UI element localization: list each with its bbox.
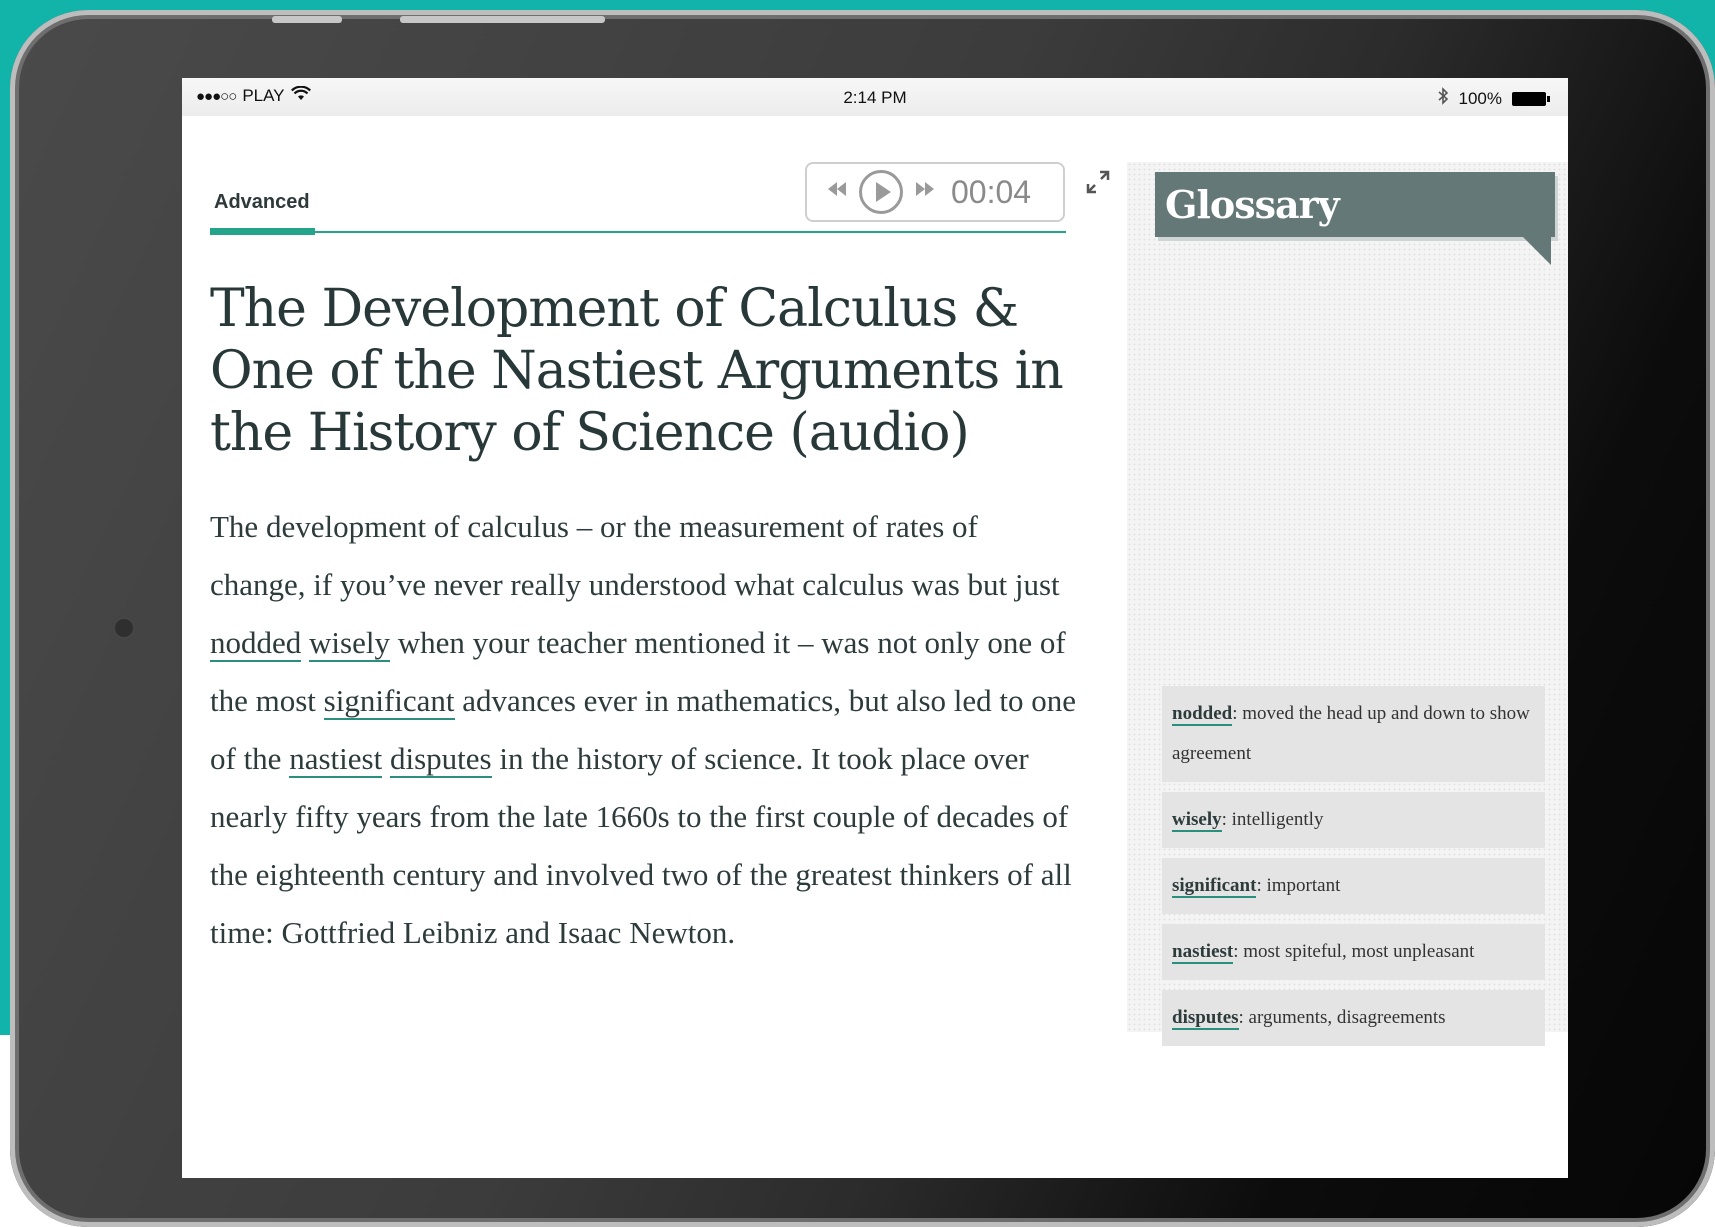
glossary-title: Glossary xyxy=(1155,172,1555,237)
glossary-definition: : intelligently xyxy=(1221,809,1324,830)
battery-percent: 100% xyxy=(1458,88,1502,108)
body-text-segment: The development of calculus – or the mea… xyxy=(210,509,1060,602)
glossary-item: wisely: intelligently xyxy=(1162,792,1545,848)
article-body: The development of calculus – or the mea… xyxy=(210,498,1080,962)
article-title: The Development of Calculus & One of the… xyxy=(210,279,1064,463)
player-time: 00:04 xyxy=(951,173,1032,210)
glossary-item: nodded: moved the head up and down to sh… xyxy=(1162,686,1545,782)
glossary-word-disputes[interactable]: disputes xyxy=(389,741,492,778)
play-icon[interactable] xyxy=(859,170,903,214)
glossary-word-wisely[interactable]: wisely xyxy=(309,625,390,662)
battery-icon xyxy=(1512,91,1550,106)
volume-button xyxy=(272,16,342,23)
tablet-frame: ●●●○○ PLAY 2:14 PM 100% Advanced 00:04 T… xyxy=(10,10,1715,1227)
glossary-list: nodded: moved the head up and down to sh… xyxy=(1162,686,1545,1056)
status-right: 100% xyxy=(1437,87,1550,110)
rewind-icon[interactable] xyxy=(825,179,849,205)
glossary-definition: : most spiteful, most unpleasant xyxy=(1233,941,1475,962)
audio-player: 00:04 xyxy=(805,162,1065,222)
screen: ●●●○○ PLAY 2:14 PM 100% Advanced 00:04 T… xyxy=(182,78,1568,1178)
tab-rule xyxy=(210,231,1066,233)
body-text-segment xyxy=(382,741,390,776)
status-time: 2:14 PM xyxy=(843,88,907,107)
glossary-item: significant: important xyxy=(1162,858,1545,914)
glossary-term[interactable]: significant xyxy=(1172,875,1257,898)
glossary-term[interactable]: disputes xyxy=(1172,1007,1239,1030)
glossary-title-tail xyxy=(1523,237,1551,265)
camera xyxy=(112,616,136,640)
tab-active-indicator xyxy=(210,228,315,235)
glossary-word-nastiest[interactable]: nastiest xyxy=(289,741,383,778)
glossary-term[interactable]: nodded xyxy=(1172,703,1233,726)
glossary-item: disputes: arguments, disagreements xyxy=(1162,990,1545,1046)
power-button xyxy=(400,16,605,23)
glossary-definition: : important xyxy=(1256,875,1341,896)
glossary-word-nodded[interactable]: nodded xyxy=(210,625,302,662)
glossary-panel: Glossary nodded: moved the head up and d… xyxy=(1127,162,1568,1046)
glossary-word-significant[interactable]: significant xyxy=(323,683,455,720)
bluetooth-icon xyxy=(1437,87,1449,110)
body-text-segment xyxy=(301,625,309,660)
glossary-definition: : arguments, disagreements xyxy=(1238,1007,1446,1028)
tab-advanced[interactable]: Advanced xyxy=(214,191,310,214)
expand-icon[interactable] xyxy=(1084,168,1112,203)
glossary-item: nastiest: most spiteful, most unpleasant xyxy=(1162,924,1545,980)
status-bar: ●●●○○ PLAY 2:14 PM 100% xyxy=(182,78,1568,116)
glossary-term[interactable]: nastiest xyxy=(1172,941,1234,964)
fast-forward-icon[interactable] xyxy=(913,179,937,205)
glossary-term[interactable]: wisely xyxy=(1172,809,1222,832)
